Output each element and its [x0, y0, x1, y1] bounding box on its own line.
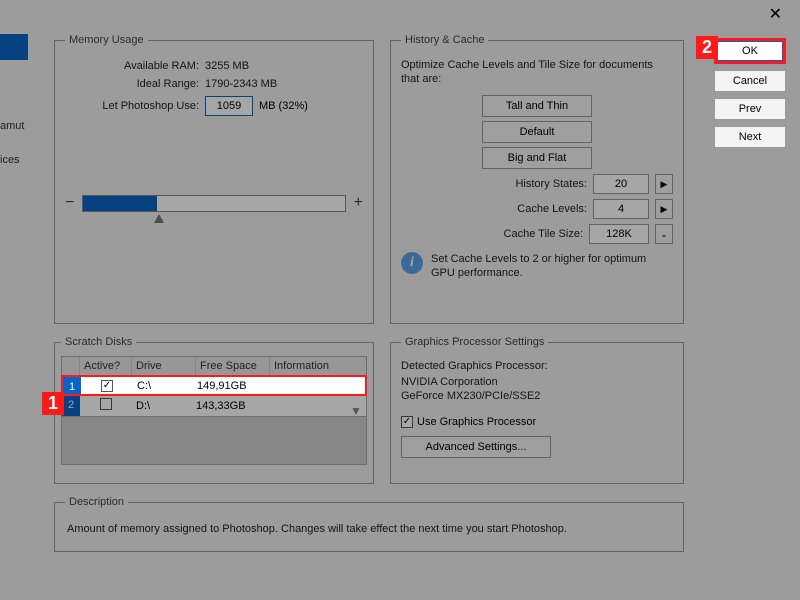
history-states-input[interactable]: 20: [593, 174, 649, 194]
gpu-settings-legend: Graphics Processor Settings: [401, 336, 548, 348]
dialog-buttons: OK Cancel Prev Next: [714, 38, 786, 148]
slider-plus-icon[interactable]: +: [354, 194, 363, 212]
let-use-label: Let Photoshop Use:: [65, 100, 205, 112]
active-checkbox[interactable]: ✓: [101, 380, 113, 392]
prev-button[interactable]: Prev: [714, 98, 786, 120]
big-flat-button[interactable]: Big and Flat: [482, 147, 592, 169]
use-gpu-label: Use Graphics Processor: [417, 416, 536, 428]
cache-levels-label: Cache Levels:: [517, 203, 587, 215]
history-states-label: History States:: [515, 178, 587, 190]
info-icon: i: [401, 252, 423, 274]
preferences-dialog: ✕ amut ices OK Cancel Prev Next Memory U…: [0, 0, 800, 600]
drive-cell: D:\: [132, 400, 196, 412]
available-ram-label: Available RAM:: [65, 60, 205, 72]
scratch-disks-group: Scratch Disks Active? Drive Free Space I…: [54, 336, 374, 484]
drive-cell: C:\: [133, 380, 197, 392]
advanced-settings-button[interactable]: Advanced Settings...: [401, 436, 551, 458]
col-free: Free Space: [196, 357, 270, 375]
description-legend: Description: [65, 496, 128, 508]
free-cell: 149,91GB: [197, 380, 271, 392]
history-cache-desc: Optimize Cache Levels and Tile Size for …: [401, 58, 673, 87]
scratch-disks-legend: Scratch Disks: [61, 336, 136, 348]
titlebar: ✕: [0, 0, 800, 28]
let-use-input[interactable]: [205, 96, 253, 116]
ok-button[interactable]: OK: [714, 38, 786, 64]
history-cache-legend: History & Cache: [401, 34, 488, 46]
table-row[interactable]: 2 D:\ 143,33GB: [62, 395, 366, 416]
ideal-range-value: 1790-2343 MB: [205, 78, 277, 90]
chevron-down-icon[interactable]: ⌄: [655, 224, 673, 244]
table-header: Active? Drive Free Space Information: [62, 357, 366, 376]
row-number: 1: [63, 377, 81, 394]
row-number: 2: [62, 395, 80, 416]
cache-tile-label: Cache Tile Size:: [504, 228, 583, 240]
move-down-icon[interactable]: ▼: [349, 404, 363, 418]
default-button[interactable]: Default: [482, 121, 592, 143]
slider-handle-icon[interactable]: [154, 214, 164, 223]
description-group: Description Amount of memory assigned to…: [54, 496, 684, 552]
col-drive: Drive: [132, 357, 196, 375]
tall-thin-button[interactable]: Tall and Thin: [482, 95, 592, 117]
next-button[interactable]: Next: [714, 126, 786, 148]
use-gpu-checkbox[interactable]: ✓: [401, 416, 413, 428]
gpu-model: GeForce MX230/PCIe/SSE2: [401, 390, 673, 402]
cache-info-text: Set Cache Levels to 2 or higher for opti…: [431, 252, 673, 281]
table-empty-area: [62, 416, 366, 464]
col-active: Active?: [80, 357, 132, 375]
table-row[interactable]: 1 ✓ C:\ 149,91GB: [61, 375, 367, 396]
history-cache-group: History & Cache Optimize Cache Levels an…: [390, 34, 684, 324]
memory-usage-group: Memory Usage Available RAM: 3255 MB Idea…: [54, 34, 374, 324]
active-checkbox[interactable]: [100, 398, 112, 410]
gpu-settings-group: Graphics Processor Settings Detected Gra…: [390, 336, 684, 484]
cache-tile-select[interactable]: 128K: [589, 224, 649, 244]
available-ram-value: 3255 MB: [205, 60, 249, 72]
cancel-button[interactable]: Cancel: [714, 70, 786, 92]
slider-fill: [83, 196, 156, 211]
close-icon[interactable]: ✕: [761, 2, 790, 26]
col-info: Information: [270, 357, 366, 375]
detected-gpu-label: Detected Graphics Processor:: [401, 360, 673, 372]
scratch-disks-table: Active? Drive Free Space Information 1 ✓…: [61, 356, 367, 465]
cache-levels-stepper-icon[interactable]: ▶: [655, 199, 673, 219]
let-use-unit: MB (32%): [259, 100, 308, 112]
description-text: Amount of memory assigned to Photoshop. …: [65, 516, 673, 543]
free-cell: 143,33GB: [196, 400, 270, 412]
ideal-range-label: Ideal Range:: [65, 78, 205, 90]
cache-levels-input[interactable]: 4: [593, 199, 649, 219]
gpu-vendor: NVIDIA Corporation: [401, 376, 673, 388]
memory-slider[interactable]: [82, 195, 345, 212]
slider-minus-icon[interactable]: −: [65, 194, 74, 212]
history-states-stepper-icon[interactable]: ▶: [655, 174, 673, 194]
memory-usage-legend: Memory Usage: [65, 34, 148, 46]
